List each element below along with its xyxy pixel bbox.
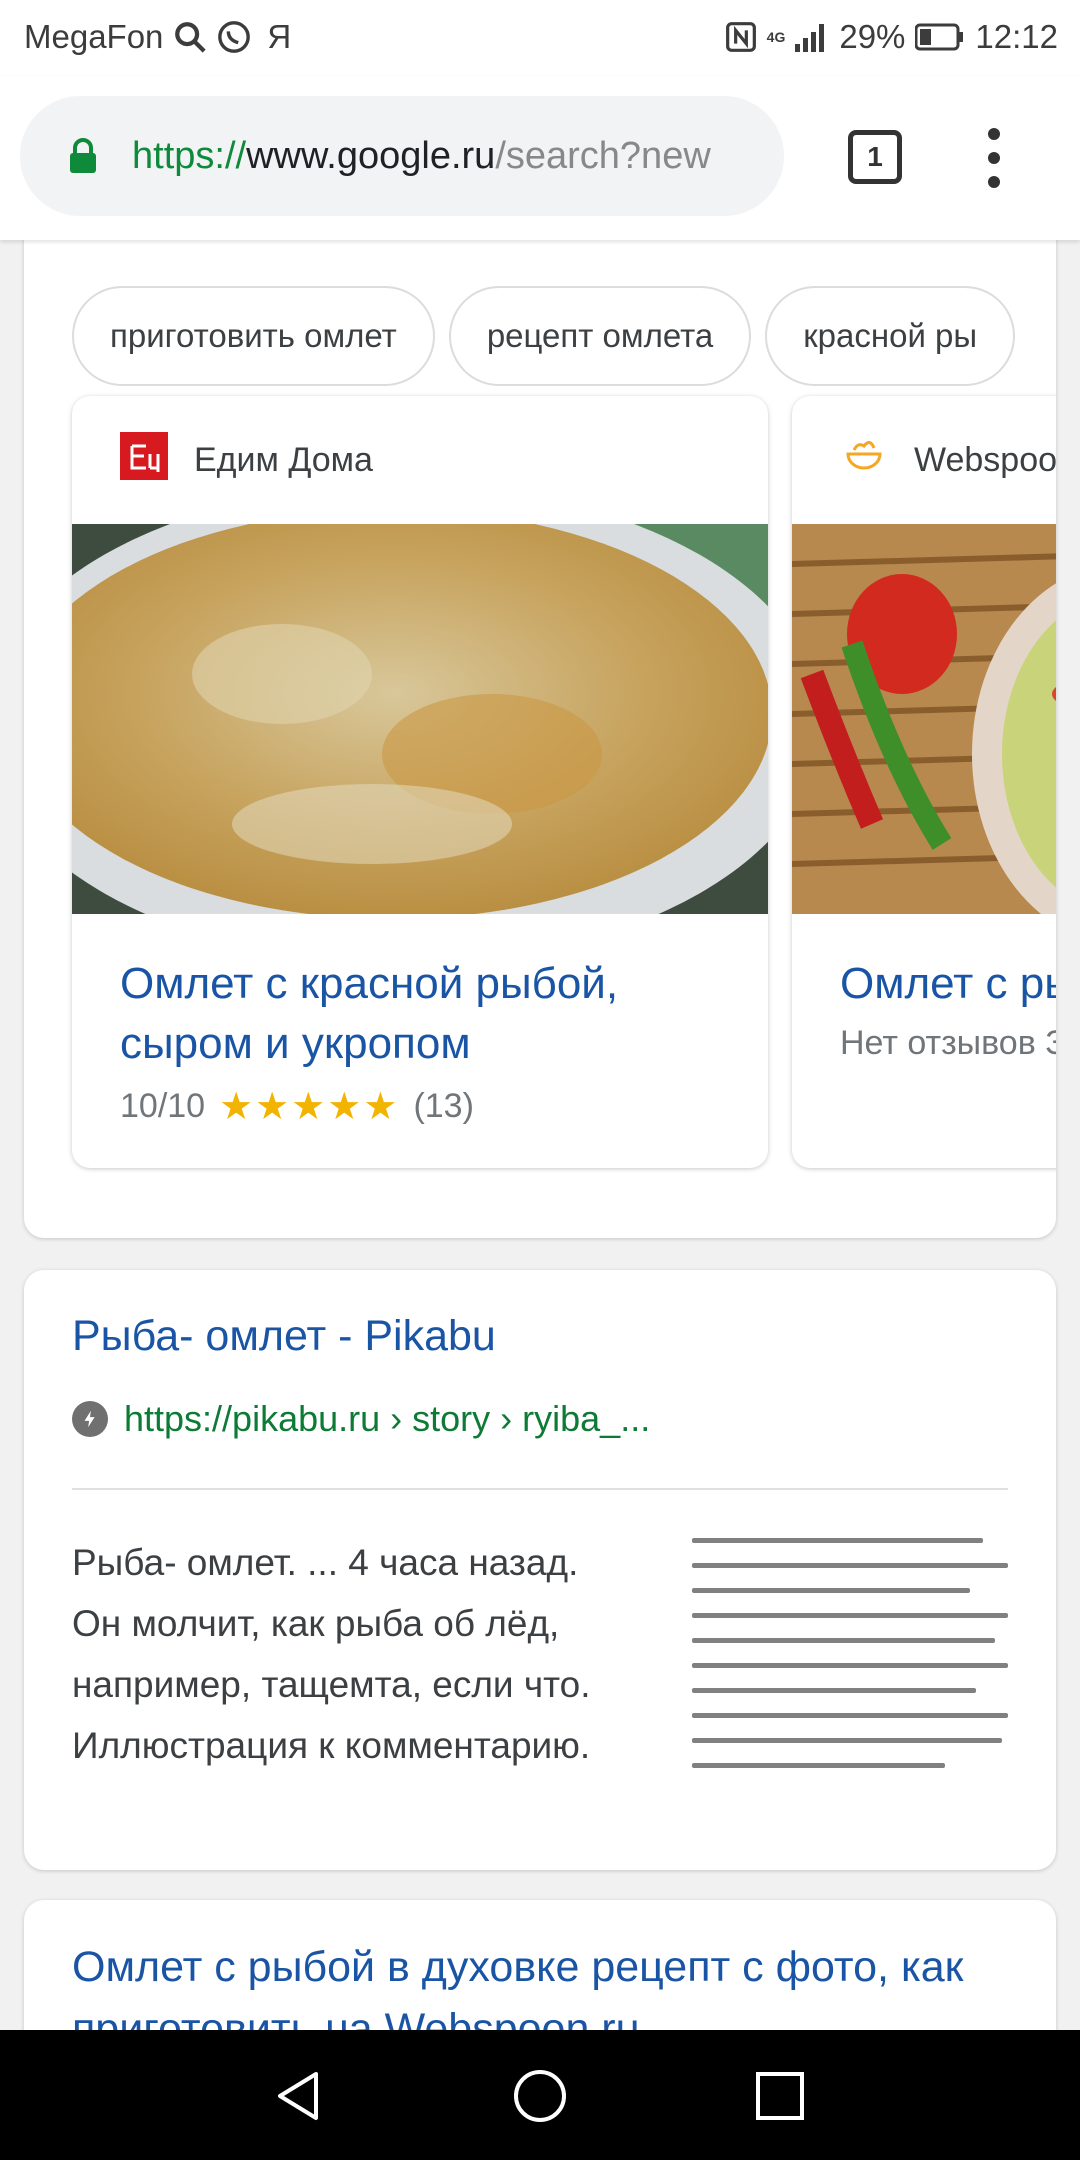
- whatsapp-icon: [217, 20, 251, 54]
- recipe-rating: 10/10 ★★★★★ (13): [72, 1074, 768, 1129]
- recipe-source: Едим Дома: [194, 440, 373, 479]
- result-url-text: https://pikabu.ru › story › ryiba_...: [124, 1398, 651, 1439]
- back-icon[interactable]: [272, 2068, 328, 2129]
- result-title-link[interactable]: Рыба- омлет - Pikabu: [72, 1312, 496, 1361]
- suggestion-chips: приготовить омлет рецепт омлета красной …: [72, 286, 1016, 386]
- signal-bars-icon: [795, 22, 829, 52]
- divider: [72, 1488, 1008, 1490]
- webspoon-logo-icon: [840, 432, 888, 489]
- chip-suggestion[interactable]: рецепт омлета: [448, 286, 752, 386]
- search-icon: [173, 20, 207, 54]
- url-path: /search?new: [495, 134, 711, 177]
- recents-icon[interactable]: [752, 2068, 808, 2129]
- result-card: Омлет с рыбой в духовке рецепт с фото, к…: [24, 1900, 1056, 2030]
- result-thumbnail: [692, 1538, 1008, 1828]
- clock: 12:12: [975, 18, 1058, 55]
- edim-doma-logo-icon: [120, 431, 168, 489]
- screen: { "status_bar": { "carrier": "MegaFon", …: [0, 0, 1080, 2160]
- nfc-icon: [725, 21, 757, 53]
- url-scheme: https://: [132, 134, 247, 177]
- tabs-icon[interactable]: 1: [848, 130, 902, 184]
- recipe-reviews: Нет отзывов З: [840, 1024, 1056, 1062]
- chip-suggestion[interactable]: красной ры: [765, 286, 1016, 386]
- amp-icon: [72, 1401, 108, 1437]
- carrier-label: MegaFon: [24, 18, 164, 55]
- result-url[interactable]: https://pikabu.ru › story › ryiba_...: [72, 1398, 650, 1440]
- battery-icon: [915, 22, 965, 52]
- more-vert-icon[interactable]: [982, 128, 1006, 188]
- recipe-title: Омлет с ры: [840, 959, 1056, 1008]
- rating-score: 10/10: [120, 1087, 206, 1125]
- recipe-card[interactable]: Едим Дома Омлет с красной рыбой, сыром и…: [72, 396, 768, 1168]
- network-type: 4G: [766, 29, 786, 45]
- chip-suggestion[interactable]: приготовить омлет: [72, 286, 435, 386]
- omelette-photo: [72, 484, 768, 964]
- browser-toolbar: https://www.google.ru/search?new 1: [0, 76, 1080, 240]
- recipes-card: приготовить омлет рецепт омлета красной …: [24, 240, 1056, 1238]
- result-card: Рыба- омлет - Pikabu https://pikabu.ru ›…: [24, 1270, 1056, 1870]
- star-rating-icon: ★★★★★: [219, 1086, 400, 1128]
- lock-icon: [68, 138, 98, 174]
- url-bar[interactable]: https://www.google.ru/search?new: [20, 96, 784, 216]
- tab-count: 1: [867, 141, 883, 172]
- signal-icon: 4G: [767, 30, 786, 44]
- yandex-icon: Я: [267, 18, 292, 55]
- result-title-link[interactable]: Омлет с рыбой в духовке рецепт с фото, к…: [72, 1936, 1032, 2030]
- recipe-title: Омлет с красной рыбой, сыром и укропом: [120, 959, 619, 1068]
- navigation-bar: [0, 2030, 1080, 2160]
- recipe-source: Webspoon: [914, 440, 1056, 479]
- recipe-card[interactable]: Webspoon: [792, 396, 1056, 1168]
- search-results: приготовить омлет рецепт омлета красной …: [0, 240, 1080, 2030]
- url-host: www.google.ru: [246, 134, 496, 177]
- omelette-photo: [792, 524, 1056, 925]
- home-icon[interactable]: [512, 2068, 568, 2129]
- rating-count: (13): [413, 1087, 474, 1125]
- status-bar: MegaFon Я 4G 29% 12:12: [0, 0, 1080, 76]
- result-snippet: Рыба- омлет. ... 4 часа назад. Он молчит…: [72, 1542, 591, 1766]
- url-text: https://www.google.ru/search?new: [132, 135, 711, 178]
- battery-percent: 29%: [839, 18, 906, 55]
